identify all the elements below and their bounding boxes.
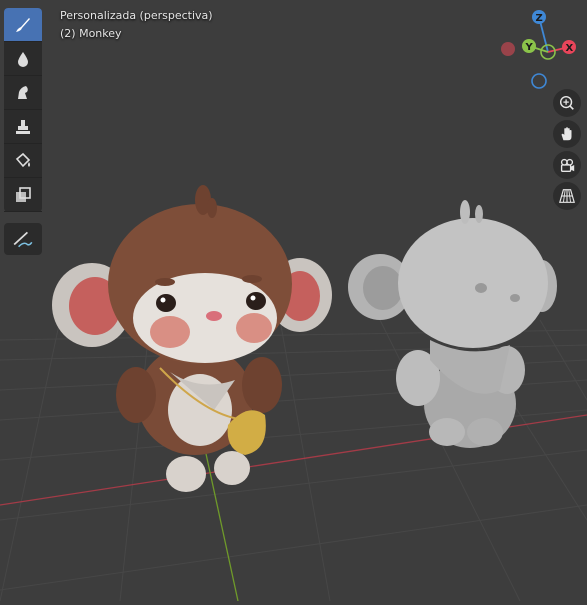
bucket-icon	[15, 152, 31, 167]
annotate-tool[interactable]	[4, 223, 42, 255]
3d-viewport[interactable]: Personalizada (perspectiva) (2) Monkey Z	[0, 0, 587, 602]
zoom-button[interactable]	[553, 89, 581, 117]
brown-monkey-model[interactable]	[52, 185, 332, 492]
svg-text:X: X	[566, 43, 574, 54]
smear-tool[interactable]	[4, 76, 42, 110]
grid-view-icon	[559, 189, 575, 203]
stamp-icon	[16, 119, 30, 134]
perspective-toggle-button[interactable]	[553, 182, 581, 210]
tool-shelf	[4, 8, 42, 212]
navigation-gizmo[interactable]: Z X Y	[496, 6, 584, 94]
svg-text:Z: Z	[536, 13, 543, 24]
hand-icon	[561, 127, 572, 141]
pan-button[interactable]	[553, 120, 581, 148]
camera-icon	[560, 158, 575, 172]
mask-icon	[16, 186, 31, 202]
annotate-icon	[13, 231, 33, 248]
zoom-icon	[559, 95, 574, 110]
smear-icon	[18, 85, 28, 99]
neg-x-axis-handle[interactable]	[501, 42, 515, 56]
camera-view-button[interactable]	[553, 151, 581, 179]
soften-tool[interactable]	[4, 42, 42, 76]
view-name-label: Personalizada (perspectiva)	[60, 9, 213, 22]
active-object-label: (2) Monkey	[60, 27, 122, 40]
brush-tool[interactable]	[4, 8, 42, 42]
grey-monkey-model[interactable]	[348, 200, 557, 448]
paintbrush-icon	[16, 17, 30, 32]
mask-tool[interactable]	[4, 178, 42, 212]
neg-z-axis-handle[interactable]	[531, 73, 547, 89]
fill-tool[interactable]	[4, 144, 42, 178]
svg-text:Y: Y	[525, 42, 534, 53]
clone-tool[interactable]	[4, 110, 42, 144]
drop-icon	[18, 51, 28, 67]
